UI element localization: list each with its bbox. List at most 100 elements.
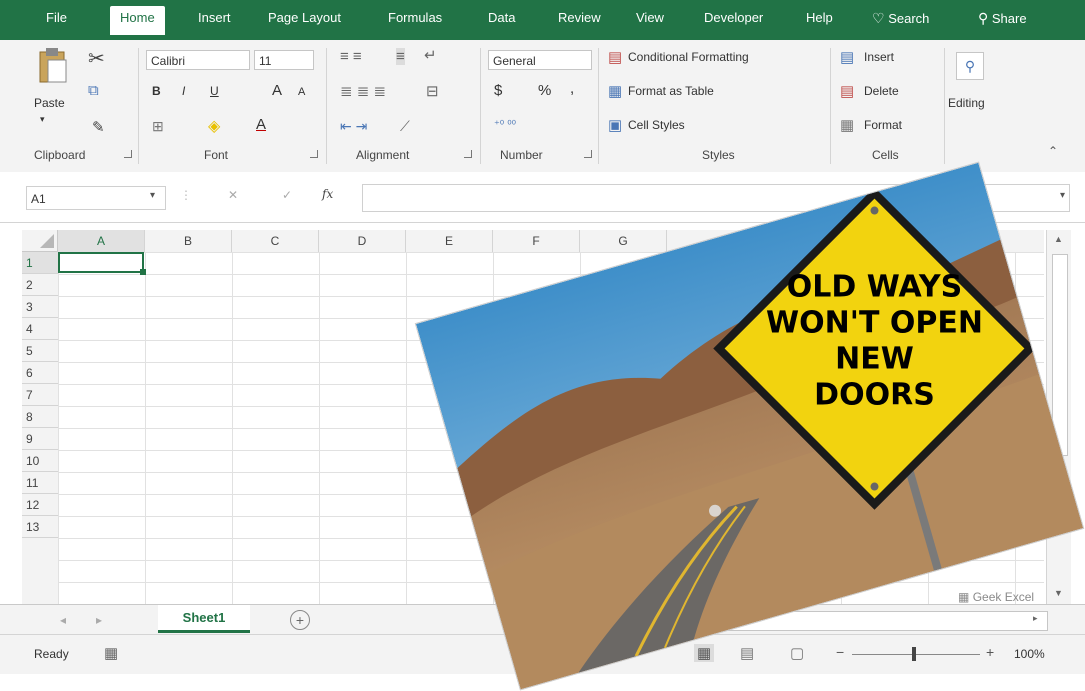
tab-developer[interactable]: Developer xyxy=(704,10,763,25)
format-cells-button[interactable]: Format xyxy=(864,118,902,132)
italic-button[interactable]: I xyxy=(182,84,185,98)
tab-formulas[interactable]: Formulas xyxy=(388,10,442,25)
conditional-formatting-icon[interactable]: ▤ xyxy=(608,48,622,66)
prev-sheet-icon[interactable]: ◂ xyxy=(60,613,66,627)
macro-record-icon[interactable]: ▦ xyxy=(104,644,118,662)
copy-icon[interactable]: ⧉ xyxy=(88,82,99,99)
next-sheet-icon[interactable]: ▸ xyxy=(96,613,102,627)
row-header[interactable]: 11 xyxy=(22,472,58,494)
currency-button[interactable]: $ xyxy=(494,82,502,99)
zoom-out-icon[interactable]: − xyxy=(836,644,844,660)
column-header[interactable]: G xyxy=(580,230,667,252)
row-header[interactable]: 9 xyxy=(22,428,58,450)
format-table-icon[interactable]: ▦ xyxy=(608,82,622,100)
number-launcher-icon[interactable] xyxy=(584,150,592,158)
zoom-slider-thumb[interactable] xyxy=(912,647,916,661)
row-header[interactable]: 10 xyxy=(22,450,58,472)
font-launcher-icon[interactable] xyxy=(310,150,318,158)
fill-handle[interactable] xyxy=(140,269,146,275)
delete-cells-button[interactable]: Delete xyxy=(864,84,899,98)
increase-decimal-icon[interactable]: ⁺⁰ ⁰⁰ xyxy=(494,118,516,131)
paste-icon[interactable] xyxy=(36,46,70,86)
select-all-corner[interactable] xyxy=(22,230,58,252)
delete-cells-icon[interactable]: ▤ xyxy=(840,82,854,100)
insert-function-button[interactable]: fx xyxy=(322,187,333,201)
align-left-icon[interactable]: ≣ ≣ ≣ xyxy=(340,82,386,100)
column-header[interactable]: B xyxy=(145,230,232,252)
format-as-table-button[interactable]: Format as Table xyxy=(628,84,714,98)
column-header[interactable]: A xyxy=(58,230,145,252)
scroll-up-icon[interactable]: ▲ xyxy=(1054,234,1063,244)
active-cell[interactable] xyxy=(58,252,144,273)
font-color-button[interactable]: A xyxy=(256,116,266,133)
cell-styles-button[interactable]: Cell Styles xyxy=(628,118,685,132)
tab-review[interactable]: Review xyxy=(558,10,601,25)
row-header[interactable]: 3 xyxy=(22,296,58,318)
conditional-formatting-button[interactable]: Conditional Formatting xyxy=(628,50,749,64)
row-header[interactable]: 2 xyxy=(22,274,58,296)
search-icon[interactable]: ⚲ xyxy=(956,52,984,80)
tab-data[interactable]: Data xyxy=(488,10,515,25)
cut-icon[interactable]: ✂ xyxy=(88,46,105,71)
alignment-launcher-icon[interactable] xyxy=(464,150,472,158)
percent-button[interactable]: % xyxy=(538,82,551,99)
zoom-level[interactable]: 100% xyxy=(1014,647,1045,661)
indent-icon[interactable]: ⇤ ⇥ xyxy=(340,118,367,135)
cancel-icon[interactable]: ✕ xyxy=(228,188,238,202)
wrap-text-icon[interactable]: ↵ xyxy=(424,46,437,64)
paste-label[interactable]: Paste xyxy=(34,96,65,110)
row-header[interactable]: 5 xyxy=(22,340,58,362)
bold-button[interactable]: B xyxy=(152,84,161,98)
borders-icon[interactable]: ⊞ xyxy=(152,118,164,135)
grow-font-button[interactable]: A xyxy=(272,82,282,99)
paste-dropdown-icon[interactable]: ▾ xyxy=(40,114,45,125)
sheet-tab-sheet1[interactable]: Sheet1 xyxy=(158,605,250,633)
zoom-slider-track[interactable] xyxy=(852,654,980,655)
orientation-icon[interactable]: ⟋ xyxy=(400,118,410,135)
row-header[interactable]: 6 xyxy=(22,362,58,384)
scroll-right-icon[interactable]: ▸ xyxy=(1033,613,1038,624)
tell-me-search[interactable]: ♡ Search xyxy=(872,10,929,27)
comma-button[interactable]: , xyxy=(570,80,574,97)
shrink-font-button[interactable]: A xyxy=(298,86,305,98)
expand-formula-bar-icon[interactable]: ▾ xyxy=(1060,190,1065,201)
tab-file[interactable]: File xyxy=(46,10,67,25)
row-header[interactable]: 1 xyxy=(22,252,58,274)
page-break-view-icon[interactable]: ▢ xyxy=(790,644,804,662)
font-size-select[interactable]: 11 xyxy=(254,50,314,70)
tab-view[interactable]: View xyxy=(636,10,664,25)
row-header[interactable]: 7 xyxy=(22,384,58,406)
zoom-in-icon[interactable]: + xyxy=(986,644,994,660)
tab-page-layout[interactable]: Page Layout xyxy=(268,10,341,25)
tab-home[interactable]: Home xyxy=(110,6,165,35)
format-cells-icon[interactable]: ▦ xyxy=(840,116,854,134)
underline-button[interactable]: U xyxy=(210,84,219,98)
clipboard-launcher-icon[interactable] xyxy=(124,150,132,158)
bottom-align-icon[interactable]: ≡ xyxy=(396,48,405,65)
insert-cells-icon[interactable]: ▤ xyxy=(840,48,854,66)
column-header[interactable]: C xyxy=(232,230,319,252)
share-button[interactable]: ⚲ Share xyxy=(978,10,1027,27)
merge-center-icon[interactable]: ⊟ xyxy=(426,82,439,100)
row-header[interactable]: 4 xyxy=(22,318,58,340)
cell-styles-icon[interactable]: ▣ xyxy=(608,116,622,134)
editing-button[interactable]: Editing xyxy=(948,96,985,110)
row-header[interactable]: 13 xyxy=(22,516,58,538)
tab-insert[interactable]: Insert xyxy=(198,10,231,25)
page-layout-view-icon[interactable]: ▤ xyxy=(740,644,754,662)
collapse-ribbon-icon[interactable]: ⌃ xyxy=(1048,144,1058,158)
name-box[interactable]: A1 xyxy=(26,186,166,210)
add-sheet-button[interactable]: + xyxy=(290,610,310,630)
column-header[interactable]: E xyxy=(406,230,493,252)
number-format-select[interactable]: General xyxy=(488,50,592,70)
row-header[interactable]: 8 xyxy=(22,406,58,428)
column-header[interactable]: F xyxy=(493,230,580,252)
normal-view-icon[interactable]: ▦ xyxy=(694,644,715,662)
format-painter-icon[interactable]: ✎ xyxy=(92,118,105,136)
column-header[interactable]: D xyxy=(319,230,406,252)
tab-help[interactable]: Help xyxy=(806,10,833,25)
top-align-icon[interactable]: ≡ ≡ xyxy=(340,48,362,65)
fill-color-icon[interactable]: ◈ xyxy=(208,116,220,136)
row-header[interactable]: 12 xyxy=(22,494,58,516)
scroll-down-icon[interactable]: ▼ xyxy=(1054,588,1063,598)
